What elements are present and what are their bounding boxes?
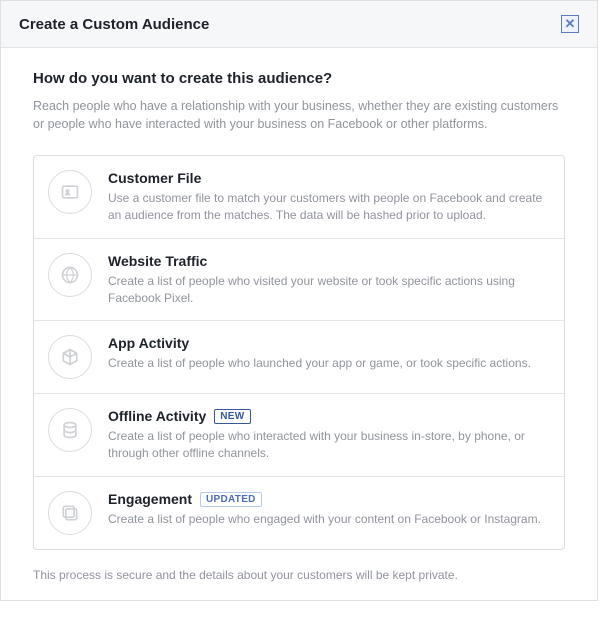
option-desc: Create a list of people who visited your…	[108, 273, 550, 307]
close-icon: ✕	[565, 16, 576, 32]
close-button[interactable]: ✕	[561, 15, 579, 33]
option-desc: Create a list of people who interacted w…	[108, 428, 550, 462]
footer-note: This process is secure and the details a…	[33, 568, 565, 582]
option-text: Offline Activity NEW Create a list of pe…	[108, 408, 550, 462]
option-title: Website Traffic	[108, 253, 207, 269]
option-text: Customer File Use a customer file to mat…	[108, 170, 550, 224]
option-desc: Create a list of people who launched you…	[108, 355, 550, 372]
option-title: Customer File	[108, 170, 201, 186]
globe-icon	[48, 253, 92, 297]
modal-body: How do you want to create this audience?…	[1, 48, 597, 600]
option-customer-file[interactable]: Customer File Use a customer file to mat…	[34, 156, 564, 239]
audience-options: Customer File Use a customer file to mat…	[33, 155, 565, 550]
custom-audience-modal: Create a Custom Audience ✕ How do you wa…	[0, 0, 598, 601]
option-title: App Activity	[108, 335, 189, 351]
option-title: Offline Activity	[108, 408, 206, 424]
option-engagement[interactable]: Engagement UPDATED Create a list of peop…	[34, 477, 564, 549]
new-badge: NEW	[214, 409, 250, 424]
audience-question: How do you want to create this audience?	[33, 70, 565, 87]
stack-icon	[48, 491, 92, 535]
option-text: App Activity Create a list of people who…	[108, 335, 550, 379]
option-offline-activity[interactable]: Offline Activity NEW Create a list of pe…	[34, 394, 564, 477]
database-icon	[48, 408, 92, 452]
intro-text: Reach people who have a relationship wit…	[33, 97, 565, 133]
option-app-activity[interactable]: App Activity Create a list of people who…	[34, 321, 564, 394]
modal-header: Create a Custom Audience ✕	[1, 1, 597, 48]
updated-badge: UPDATED	[200, 492, 262, 507]
option-text: Website Traffic Create a list of people …	[108, 253, 550, 307]
option-desc: Create a list of people who engaged with…	[108, 511, 550, 528]
modal-title: Create a Custom Audience	[19, 16, 209, 33]
cube-icon	[48, 335, 92, 379]
customer-file-icon	[48, 170, 92, 214]
option-website-traffic[interactable]: Website Traffic Create a list of people …	[34, 239, 564, 322]
option-desc: Use a customer file to match your custom…	[108, 190, 550, 224]
option-title: Engagement	[108, 491, 192, 507]
option-text: Engagement UPDATED Create a list of peop…	[108, 491, 550, 535]
